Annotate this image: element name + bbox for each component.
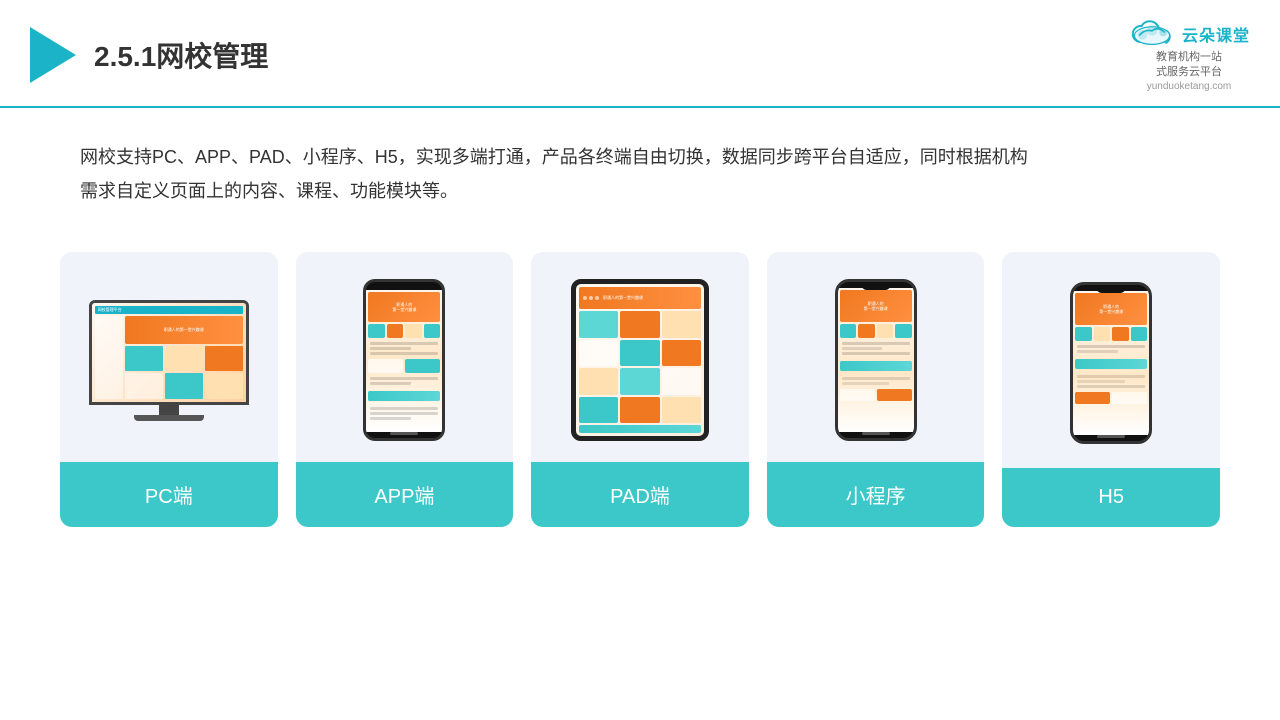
miniprogram-home-bar <box>862 432 890 435</box>
h5-phone-notch <box>1096 285 1126 293</box>
app-phone-mockup: 职通人的第一堂兴趣课 <box>363 279 445 441</box>
logo-triangle-icon <box>30 27 76 83</box>
card-pad-label: PAD端 <box>531 462 749 527</box>
cloud-icon <box>1128 18 1176 50</box>
card-app-label: APP端 <box>296 462 514 527</box>
card-miniprogram-label: 小程序 <box>767 462 985 527</box>
card-app-image: 职通人的第一堂兴趣课 <box>296 252 514 462</box>
app-phone-screen: 职通人的第一堂兴趣课 <box>366 290 442 432</box>
card-miniprogram-image: 职通人的第一堂兴趣课 <box>767 252 985 462</box>
miniprogram-phone-screen: 职通人的第一堂兴趣课 <box>838 288 914 432</box>
app-phone-home-bar <box>390 432 418 435</box>
card-miniprogram: 职通人的第一堂兴趣课 <box>767 252 985 527</box>
page-title: 2.5.1网校管理 <box>94 35 268 75</box>
description-paragraph: 网校支持PC、APP、PAD、小程序、H5，实现多端打通，产品各终端自由切换，数… <box>80 140 1200 208</box>
pc-neck <box>159 405 179 415</box>
h5-phone-body: 职通人的第一堂兴趣课 <box>1070 282 1152 444</box>
miniprogram-phone-notch <box>861 282 891 290</box>
brand-name: 云朵课堂 <box>1182 22 1250 46</box>
pad-tablet-screen: 职通人的第一堂兴趣课 <box>576 284 704 436</box>
h5-phone-mockup: 职通人的第一堂兴趣课 <box>1070 282 1152 444</box>
card-app: 职通人的第一堂兴趣课 <box>296 252 514 527</box>
description-text: 网校支持PC、APP、PAD、小程序、H5，实现多端打通，产品各终端自由切换，数… <box>0 108 1280 228</box>
card-pc-label: PC端 <box>60 462 278 527</box>
card-pad-image: 职通人的第一堂兴趣课 <box>531 252 749 462</box>
miniprogram-phone-body: 职通人的第一堂兴趣课 <box>835 279 917 441</box>
brand-logo: 云朵课堂 教育机构一站 式服务云平台 yunduoketang.com <box>1128 18 1250 92</box>
app-phone-body: 职通人的第一堂兴趣课 <box>363 279 445 441</box>
cloud-logo-container: 云朵课堂 <box>1128 18 1250 50</box>
header: 2.5.1网校管理 云朵课堂 教育机构一站 式服务云平台 yunduoketan… <box>0 0 1280 108</box>
pad-tablet-mockup: 职通人的第一堂兴趣课 <box>571 279 709 441</box>
app-phone-notch <box>390 284 418 290</box>
cards-container: 网校管理平台 职通人的第一堂兴趣课 <box>0 228 1280 527</box>
card-pad: 职通人的第一堂兴趣课 <box>531 252 749 527</box>
pc-monitor: 网校管理平台 职通人的第一堂兴趣课 <box>89 300 249 405</box>
card-h5: 职通人的第一堂兴趣课 <box>1002 252 1220 527</box>
card-pc-image: 网校管理平台 职通人的第一堂兴趣课 <box>60 252 278 462</box>
card-h5-label: H5 <box>1002 468 1220 527</box>
h5-home-bar <box>1097 435 1125 438</box>
pc-screen: 网校管理平台 职通人的第一堂兴趣课 <box>92 303 246 402</box>
header-left: 2.5.1网校管理 <box>30 27 268 83</box>
app-screen-top: 职通人的第一堂兴趣课 <box>368 292 440 322</box>
card-pc: 网校管理平台 职通人的第一堂兴趣课 <box>60 252 278 527</box>
brand-tagline: 教育机构一站 式服务云平台 <box>1156 50 1222 81</box>
brand-url: yunduoketang.com <box>1147 81 1232 92</box>
pc-base <box>134 415 204 421</box>
card-h5-image: 职通人的第一堂兴趣课 <box>1002 252 1220 468</box>
pad-tablet-body: 职通人的第一堂兴趣课 <box>571 279 709 441</box>
miniprogram-phone-mockup: 职通人的第一堂兴趣课 <box>835 279 917 441</box>
pc-mockup: 网校管理平台 职通人的第一堂兴趣课 <box>89 300 249 421</box>
h5-phone-screen: 职通人的第一堂兴趣课 <box>1073 291 1149 435</box>
